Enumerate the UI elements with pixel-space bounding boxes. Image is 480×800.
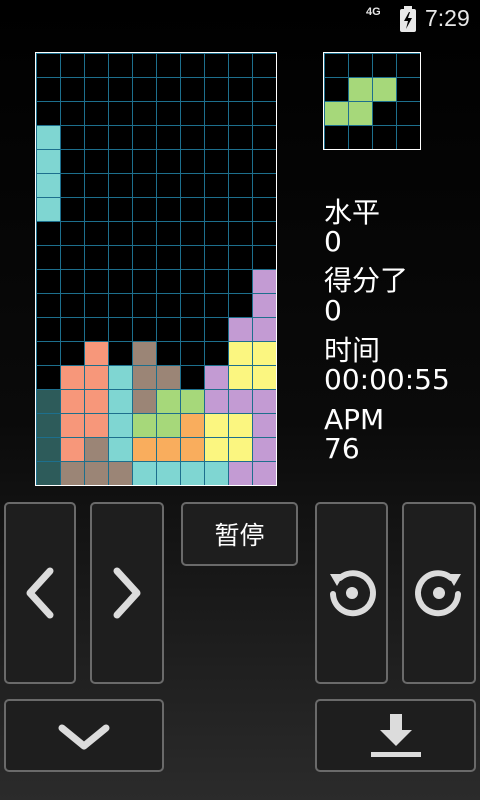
block-cyan	[109, 366, 132, 389]
block-salmon	[61, 414, 84, 437]
block-salmon	[85, 366, 108, 389]
rotate-clockwise-button[interactable]	[402, 502, 476, 684]
chevron-down-icon	[54, 718, 114, 754]
block-yellow	[229, 342, 252, 365]
block-yellow	[229, 414, 252, 437]
block-brown	[133, 390, 156, 413]
block-purple	[229, 462, 252, 485]
block-salmon	[61, 438, 84, 461]
block-purple	[253, 390, 276, 413]
block-salmon	[85, 342, 108, 365]
block-cyan	[205, 462, 228, 485]
block-cyan	[37, 150, 60, 173]
block-yellow	[205, 438, 228, 461]
time-label: 时间	[324, 334, 381, 367]
next-piece-preview	[323, 52, 421, 150]
block-orange	[133, 438, 156, 461]
chevron-left-icon	[20, 563, 60, 623]
status-bar: 4G 7:29	[0, 0, 480, 38]
block-salmon	[61, 366, 84, 389]
score-value: 0	[324, 294, 342, 327]
rotate-ccw-icon	[324, 565, 380, 621]
block-salmon	[85, 390, 108, 413]
block-yellow	[253, 342, 276, 365]
block-green	[181, 390, 204, 413]
block-green	[133, 414, 156, 437]
block-purple	[205, 390, 228, 413]
block-salmon	[85, 414, 108, 437]
block-dark_teal	[37, 438, 60, 461]
level-value: 0	[324, 225, 342, 258]
block-purple	[253, 462, 276, 485]
block-cyan	[133, 462, 156, 485]
block-brown	[61, 462, 84, 485]
hard-drop-button[interactable]	[315, 699, 476, 772]
next-block-green	[373, 78, 396, 101]
block-dark_teal	[37, 390, 60, 413]
block-cyan	[157, 462, 180, 485]
block-orange	[157, 438, 180, 461]
pause-label: 暂停	[214, 521, 265, 550]
next-block-green	[349, 78, 372, 101]
apm-label: APM	[324, 403, 385, 436]
hard-drop-icon	[366, 712, 426, 760]
block-dark_teal	[37, 414, 60, 437]
block-cyan	[37, 126, 60, 149]
block-purple	[229, 318, 252, 341]
block-yellow	[205, 414, 228, 437]
move-right-button[interactable]	[90, 502, 164, 684]
block-brown	[85, 438, 108, 461]
time-value: 00:00:55	[324, 363, 450, 396]
battery-charging-icon	[399, 6, 417, 32]
block-yellow	[229, 366, 252, 389]
block-brown	[133, 342, 156, 365]
block-cyan	[37, 174, 60, 197]
block-purple	[253, 318, 276, 341]
level-label: 水平	[324, 196, 381, 229]
block-brown	[85, 462, 108, 485]
block-brown	[133, 366, 156, 389]
game-board	[35, 52, 277, 486]
next-block-green	[325, 102, 348, 125]
block-cyan	[181, 462, 204, 485]
block-purple	[253, 414, 276, 437]
block-yellow	[253, 366, 276, 389]
block-orange	[181, 438, 204, 461]
rotate-cw-icon	[411, 565, 467, 621]
block-cyan	[109, 414, 132, 437]
clock: 7:29	[425, 5, 470, 31]
score-label: 得分了	[324, 264, 409, 297]
block-cyan	[37, 198, 60, 221]
block-orange	[181, 414, 204, 437]
rotate-counterclockwise-button[interactable]	[315, 502, 388, 684]
block-salmon	[61, 390, 84, 413]
block-cyan	[109, 390, 132, 413]
block-purple	[253, 438, 276, 461]
block-purple	[229, 390, 252, 413]
block-dark_teal	[37, 462, 60, 485]
chevron-right-icon	[107, 563, 147, 623]
block-brown	[109, 462, 132, 485]
block-cyan	[109, 438, 132, 461]
next-block-green	[349, 102, 372, 125]
block-purple	[205, 366, 228, 389]
block-green	[157, 414, 180, 437]
block-purple	[253, 294, 276, 317]
soft-drop-button[interactable]	[4, 699, 164, 772]
move-left-button[interactable]	[4, 502, 76, 684]
block-green	[157, 390, 180, 413]
block-brown	[157, 366, 180, 389]
block-purple	[253, 270, 276, 293]
block-yellow	[229, 438, 252, 461]
pause-button[interactable]: 暂停	[181, 502, 298, 566]
network-indicator: 4G	[366, 6, 381, 18]
apm-value: 76	[324, 432, 360, 465]
